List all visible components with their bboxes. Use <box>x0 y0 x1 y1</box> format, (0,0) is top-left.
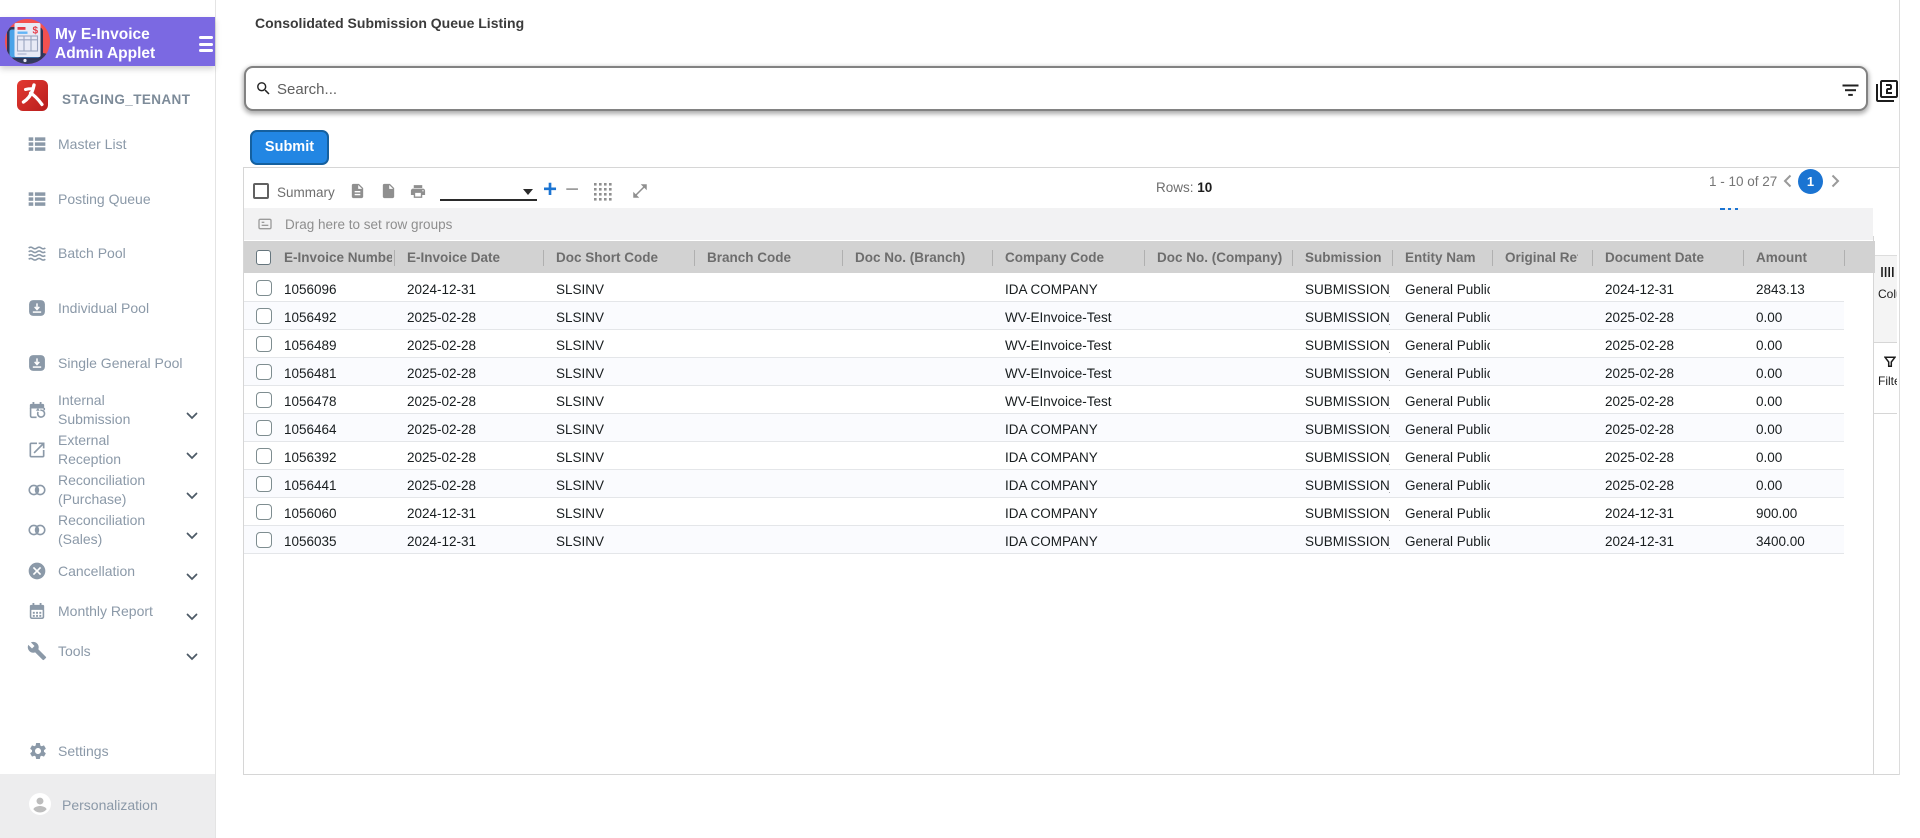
svg-text:$: $ <box>33 26 39 37</box>
